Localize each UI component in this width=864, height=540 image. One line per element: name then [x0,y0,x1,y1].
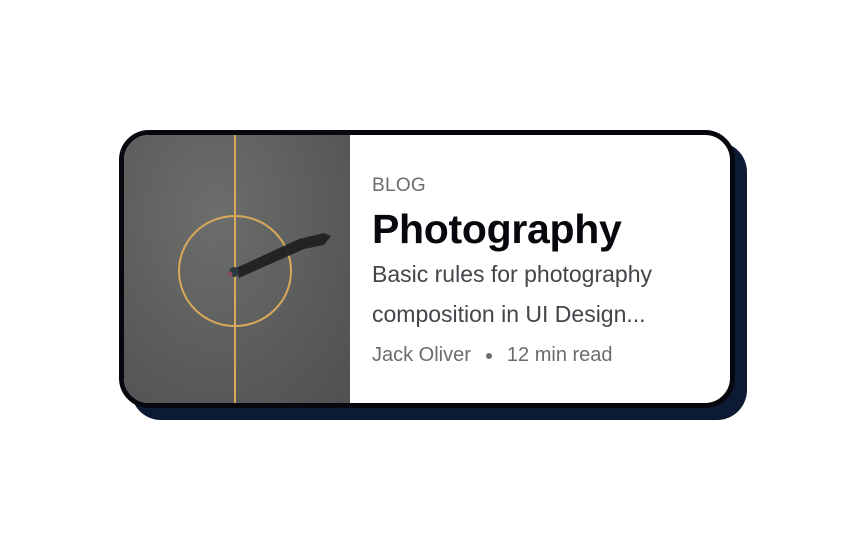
read-time: 12 min read [506,344,613,366]
description-line: Basic rules for photography [372,261,652,287]
card-content: BLOG Photography Basic rules for photogr… [350,135,652,403]
separator-dot-icon [485,352,492,359]
card-image [124,135,350,403]
description-line: composition in UI Design... [372,301,646,327]
blog-card[interactable]: BLOG Photography Basic rules for photogr… [119,130,735,408]
card-title[interactable]: Photography [372,206,652,252]
author-name[interactable]: Jack Oliver [372,344,471,367]
card-meta: Jack Oliver 12 min read [372,344,652,367]
category-label: BLOG [372,175,426,196]
card-description: Basic rules for photography composition … [372,254,652,334]
